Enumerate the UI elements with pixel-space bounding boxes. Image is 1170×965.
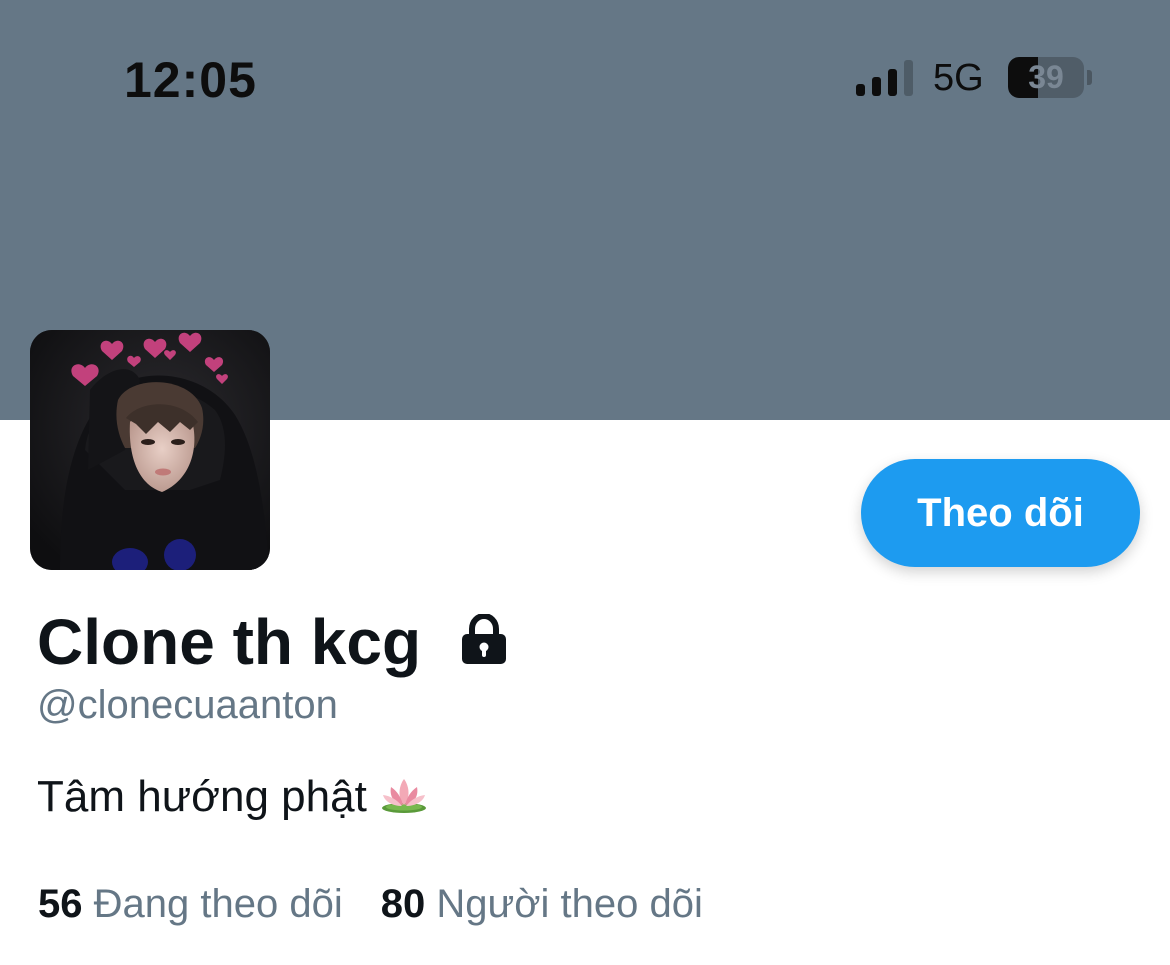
followers-stat[interactable]: 80 Người theo dõi xyxy=(381,882,703,926)
profile-handle: @clonecuaanton xyxy=(37,683,338,727)
follow-button[interactable]: Theo dõi xyxy=(861,459,1140,567)
bio-text: Tâm hướng phật xyxy=(37,772,367,821)
lock-icon xyxy=(462,614,506,664)
profile-avatar[interactable] xyxy=(30,330,270,570)
signal-bar xyxy=(888,69,897,96)
battery-icon: 39 xyxy=(1008,57,1084,98)
followers-label: Người theo dõi xyxy=(436,882,703,926)
signal-strength-icon xyxy=(856,60,913,96)
following-label: Đang theo dõi xyxy=(93,882,343,926)
following-count: 56 xyxy=(38,882,83,926)
profile-page: 12:05 5G 39 Theo dõi Clone th kcg @clone… xyxy=(0,0,1170,965)
network-type: 5G xyxy=(933,57,984,99)
signal-bar xyxy=(904,60,913,96)
following-stat[interactable]: 56 Đang theo dõi xyxy=(38,882,343,926)
status-time: 12:05 xyxy=(124,52,257,108)
followers-count: 80 xyxy=(380,882,426,926)
battery-tip xyxy=(1087,70,1092,85)
display-name: Clone th kcg xyxy=(37,606,422,678)
battery-level: 39 xyxy=(1028,59,1064,95)
profile-bio: Tâm hướng phật xyxy=(37,770,429,824)
signal-bar xyxy=(856,84,865,96)
signal-bar xyxy=(872,77,881,96)
lotus-icon xyxy=(381,779,426,813)
avatar-photo xyxy=(30,330,270,570)
profile-stats: 56 Đang theo dõi 80 Người theo dõi xyxy=(38,880,703,928)
